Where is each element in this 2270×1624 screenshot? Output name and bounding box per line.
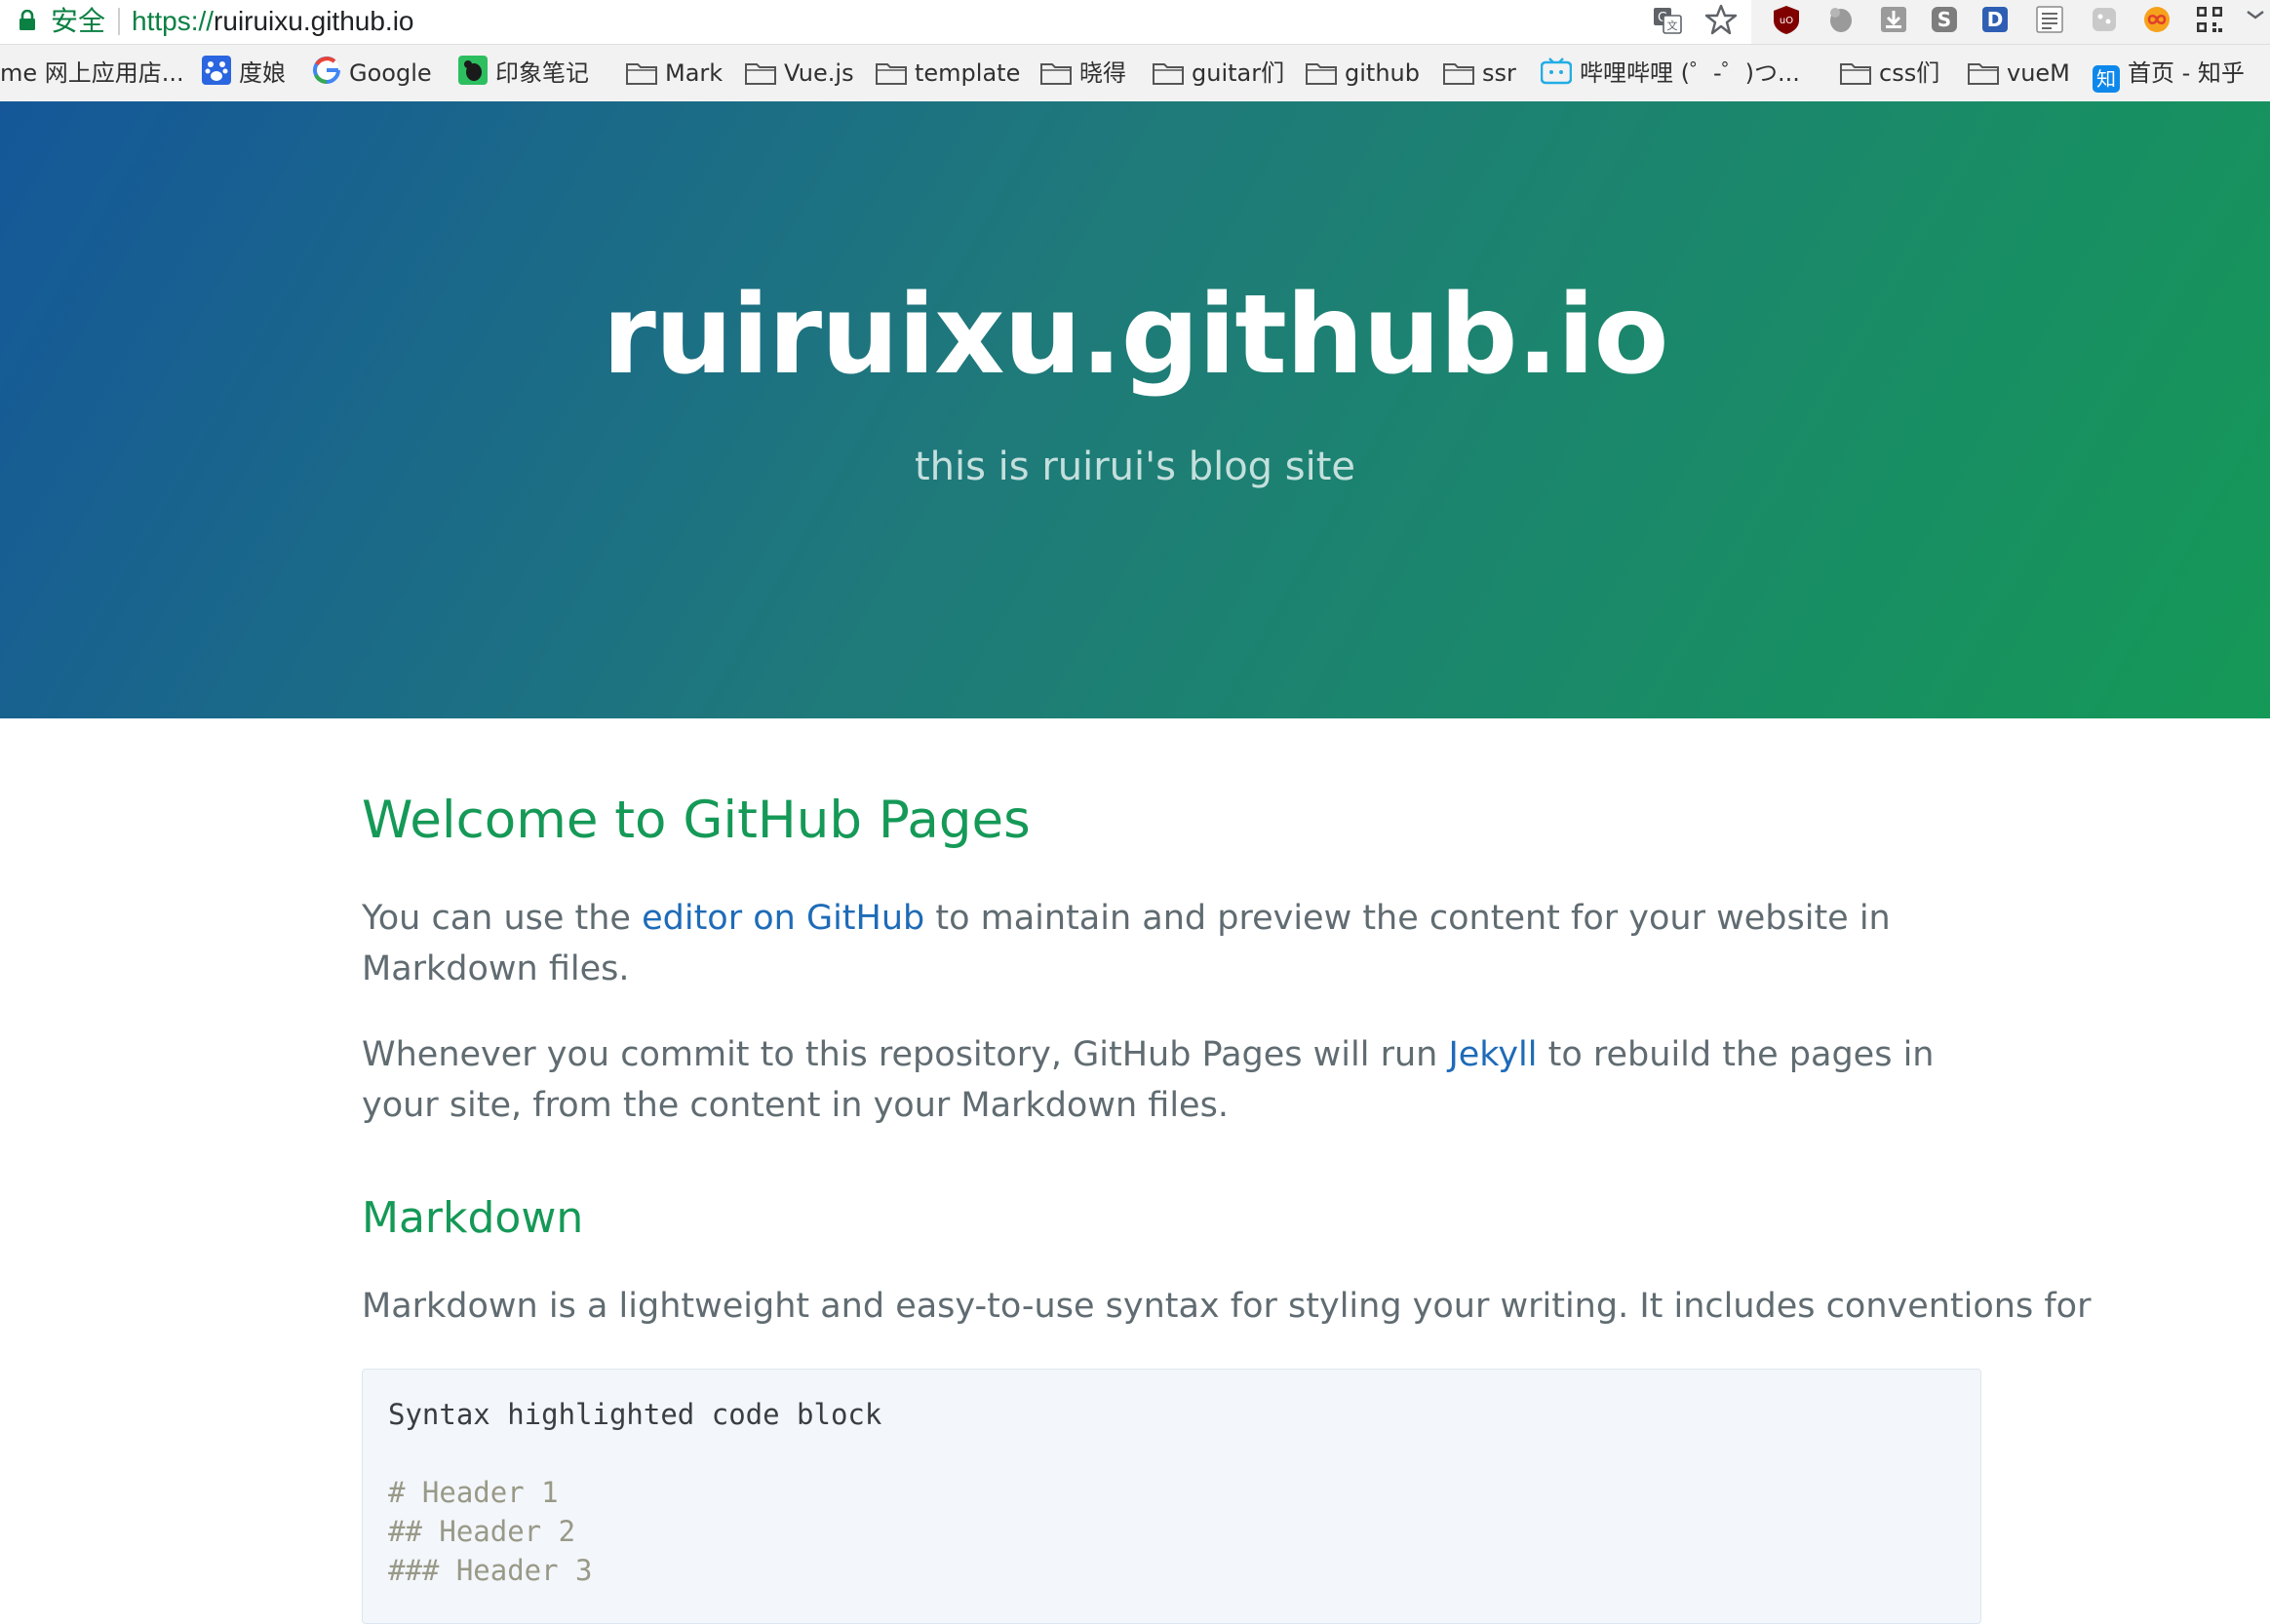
- paragraph-text: Whenever you commit to this repository, …: [362, 1035, 1449, 1074]
- svg-text:uO: uO: [1780, 16, 1793, 26]
- bookmark-zhihu[interactable]: 知首页 - 知乎: [2093, 45, 2245, 101]
- folder-icon: [1306, 63, 1337, 85]
- evernote-icon: [458, 56, 488, 85]
- zhihu-icon: 知: [2093, 65, 2120, 93]
- bookmark-folder-xiaode[interactable]: 晓得: [1040, 45, 1126, 101]
- editor-on-github-link[interactable]: editor on GitHub: [642, 899, 924, 938]
- bookmark-folder-vuejs[interactable]: Vue.js: [745, 45, 854, 101]
- section-heading-markdown: Markdown: [362, 1193, 584, 1243]
- evernote-web-clipper-icon[interactable]: [1825, 4, 1857, 35]
- extensions-tray: uO S D: [1751, 0, 2270, 44]
- folder-icon: [1840, 63, 1871, 85]
- folder-icon: [1968, 63, 1999, 85]
- folder-icon: [626, 63, 657, 85]
- svg-text:文: 文: [1667, 19, 1678, 32]
- url-field[interactable]: https://ruiruixu.github.io: [132, 4, 414, 39]
- folder-icon: [1443, 63, 1474, 85]
- bookmark-folder-github[interactable]: github: [1306, 45, 1420, 101]
- bookmark-label: template: [915, 59, 1021, 87]
- folder-icon: [876, 63, 907, 85]
- bookmark-label: 度娘: [239, 59, 286, 87]
- page-heading: Welcome to GitHub Pages: [362, 791, 1031, 850]
- url-separator: [118, 8, 120, 35]
- site-title: ruiruixu.github.io: [602, 272, 1669, 399]
- bookmark-evernote[interactable]: 印象笔记: [458, 45, 589, 101]
- reader-icon[interactable]: [2034, 4, 2065, 35]
- bookmark-label: Vue.js: [784, 59, 854, 87]
- qr-code-icon[interactable]: [2194, 4, 2225, 35]
- bookmark-bilibili[interactable]: 哔哩哔哩 (゜-゜)つ...: [1540, 45, 1800, 101]
- site-tagline: this is ruirui's blog site: [914, 445, 1356, 489]
- bilibili-icon: [1540, 58, 1573, 85]
- bookmark-label: 首页 - 知乎: [2128, 59, 2245, 87]
- d-extension-icon[interactable]: D: [1979, 4, 2011, 35]
- code-line: Syntax highlighted code block: [388, 1398, 882, 1431]
- bookmark-star-icon[interactable]: [1704, 3, 1738, 36]
- bookmark-folder-mark[interactable]: Mark: [626, 45, 723, 101]
- code-line: ### Header 3: [388, 1554, 593, 1587]
- bookmark-label: ssr: [1482, 59, 1516, 87]
- bookmark-folder-vuem[interactable]: vueM: [1968, 45, 2070, 101]
- s-extension-icon[interactable]: S: [1929, 4, 1960, 35]
- address-bar[interactable]: 安全 https://ruiruixu.github.io G 文 uO S D: [0, 0, 2270, 45]
- bookmark-google[interactable]: Google: [312, 45, 432, 101]
- paragraph-text: You can use the: [362, 899, 643, 938]
- cookie-icon[interactable]: [2089, 4, 2120, 35]
- bookmarks-bar: me 网上应用店... 度娘 Google 印象笔记 Mark Vue.js t…: [0, 45, 2270, 102]
- bookmark-label: 晓得: [1079, 59, 1126, 87]
- bookmark-folder-ssr[interactable]: ssr: [1443, 45, 1516, 101]
- bookmark-folder-guitar[interactable]: guitar们: [1153, 45, 1284, 101]
- jekyll-link[interactable]: Jekyll: [1448, 1035, 1537, 1074]
- bookmark-label: guitar们: [1192, 59, 1285, 87]
- markdown-paragraph: Markdown is a lightweight and easy-to-us…: [362, 1287, 2092, 1326]
- bookmark-webstore[interactable]: me 网上应用店...: [0, 45, 184, 101]
- page-header: ruiruixu.github.io this is ruirui's blog…: [0, 101, 2270, 718]
- bookmark-label: me 网上应用店...: [0, 59, 184, 87]
- bookmark-label: vueM: [2007, 59, 2070, 87]
- bookmark-label: 印象笔记: [495, 59, 589, 87]
- lock-icon[interactable]: [18, 10, 37, 31]
- baidu-paw-icon: [202, 56, 231, 85]
- bookmark-label: github: [1345, 59, 1420, 87]
- code-line: ## Header 2: [388, 1515, 576, 1548]
- download-icon[interactable]: [1878, 4, 1909, 35]
- folder-icon: [1040, 63, 1072, 85]
- url-scheme: https://: [132, 6, 215, 36]
- jekyll-paragraph: Whenever you commit to this repository, …: [362, 1029, 1980, 1131]
- bookmark-label: css们: [1879, 59, 1940, 87]
- bookmark-label: Mark: [665, 59, 724, 87]
- code-block: Syntax highlighted code block # Header 1…: [362, 1369, 1981, 1624]
- infinity-icon[interactable]: [2141, 4, 2172, 35]
- code-line: # Header 1: [388, 1476, 559, 1509]
- url-host: ruiruixu.github.io: [214, 6, 414, 36]
- bookmark-duniang[interactable]: 度娘: [202, 45, 286, 101]
- google-icon: [313, 56, 340, 85]
- bookmark-folder-css[interactable]: css们: [1840, 45, 1939, 101]
- security-label[interactable]: 安全: [51, 4, 105, 39]
- folder-icon: [1153, 63, 1184, 85]
- svg-text:S: S: [1937, 8, 1951, 31]
- folder-icon: [745, 63, 776, 85]
- bookmark-folder-template[interactable]: template: [876, 45, 1020, 101]
- bookmark-label: 哔哩哔哩 (゜-゜)つ...: [1580, 59, 1800, 87]
- menu-chevron-icon[interactable]: [2244, 4, 2267, 35]
- intro-paragraph: You can use the editor on GitHub to main…: [362, 893, 1980, 994]
- bookmark-label: Google: [349, 59, 432, 87]
- ublock-icon[interactable]: uO: [1771, 4, 1802, 35]
- svg-text:D: D: [1987, 8, 2004, 31]
- translate-icon[interactable]: G 文: [1652, 5, 1683, 36]
